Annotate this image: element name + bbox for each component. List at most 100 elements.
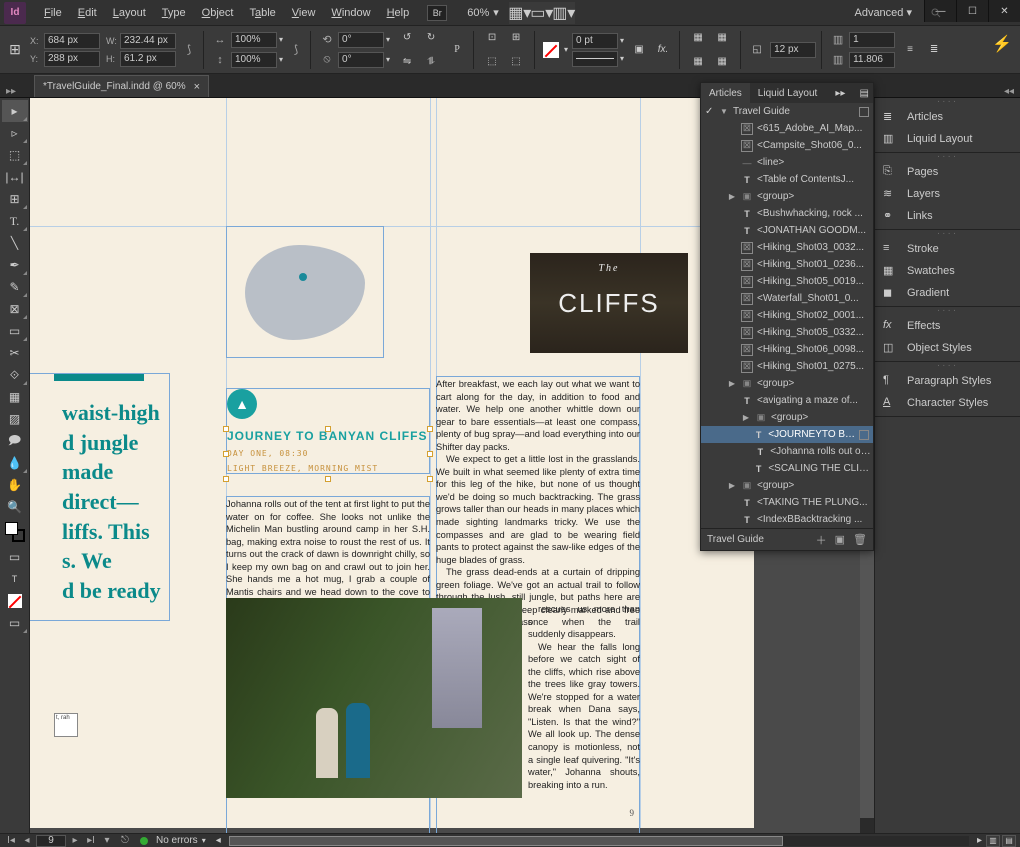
line-tool[interactable]: ╲ [2,232,28,254]
fx-button[interactable]: fx. [652,39,674,61]
balance-button[interactable]: ≡ [899,39,921,61]
new-article-icon[interactable]: ＋ [816,532,827,548]
scissors-tool[interactable]: ✂ [2,342,28,364]
article-item[interactable]: <JONATHAN GOODM... [701,222,873,239]
gradient-feather-tool[interactable]: ▨ [2,408,28,430]
flip-v-button[interactable]: ⥮ [420,51,442,73]
drop-shadow-button[interactable]: ▣ [628,39,650,61]
article-item[interactable]: <Hiking_Shot06_0098... [701,341,873,358]
article-item[interactable]: <SCALING THE CLIFF... [701,460,873,477]
wrap-bound-button[interactable]: ▦ [711,27,733,49]
zoom-tool[interactable]: 🔍 [2,496,28,518]
workspace-dropdown[interactable]: Advanced ▾ [848,6,918,19]
w-input[interactable]: 232.44 px [120,33,176,49]
cols-input[interactable]: 1 [849,32,895,48]
stroke-weight-input[interactable]: 0 pt [572,33,618,49]
next-page-button[interactable]: ▸ [68,835,82,847]
article-item[interactable]: <615_Adobe_AI_Map... [701,120,873,137]
apply-none-button[interactable] [2,590,28,612]
article-item[interactable]: <Johanna rolls out of ... [701,443,873,460]
maximize-button[interactable]: ☐ [956,0,988,22]
first-page-button[interactable]: I◂ [4,835,18,847]
article-export-toggle[interactable] [859,107,869,117]
hand-tool[interactable]: ✋ [2,474,28,496]
rotate-input[interactable]: 0° [338,32,384,48]
pen-tool[interactable]: ✒ [2,254,28,276]
wrap-none-button[interactable]: ▦ [687,27,709,49]
menu-view[interactable]: View [284,7,324,19]
formatting-text-button[interactable]: T [2,568,28,590]
view-mode-button[interactable]: ▭ [2,612,28,634]
corner-input[interactable]: 12 px [770,42,816,58]
gradient-swatch-tool[interactable]: ▦ [2,386,28,408]
article-item[interactable]: <Hiking_Shot05_0332... [701,324,873,341]
stroke-style-input[interactable] [572,51,618,67]
type-tool[interactable]: T. [2,210,28,232]
preflight-label[interactable]: No errors [156,835,198,846]
article-item[interactable]: <Hiking_Shot01_0236... [701,256,873,273]
article-item[interactable]: ▶<group> [701,409,873,426]
article-item[interactable]: <Hiking_Shot01_0275... [701,358,873,375]
fill-swatch[interactable] [540,39,562,61]
waterfall-photo[interactable] [226,598,522,798]
constrain-wh-icon[interactable]: ⟆ [180,41,198,59]
article-item[interactable]: ▶<group> [701,375,873,392]
menu-layout[interactable]: Layout [105,7,154,19]
menu-edit[interactable]: Edit [70,7,105,19]
note-tool[interactable]: 🗩 [2,430,28,452]
article-item[interactable]: <avigating a maze of... [701,392,873,409]
article-item[interactable]: <Table of ContentsJ... [701,171,873,188]
scale-x-input[interactable]: 100% [231,32,277,48]
article-item[interactable]: <Campsite_Shot06_0... [701,137,873,154]
page-input[interactable]: 9 [36,835,66,847]
bridge-button[interactable]: Br [427,5,447,21]
eyedropper-tool[interactable]: 💧 [2,452,28,474]
articles-tab[interactable]: Articles [701,83,750,103]
flip-h-button[interactable]: ⇋ [396,51,418,73]
menu-object[interactable]: Object [194,7,242,19]
menu-help[interactable]: Help [379,7,418,19]
rectangle-tool[interactable]: ▭ [2,320,28,342]
article-item[interactable]: <Hiking_Shot05_0019... [701,273,873,290]
menu-table[interactable]: Table [241,7,283,19]
zoom-dropdown[interactable]: 60%▾ [467,6,499,19]
panel-menu-icon[interactable]: ▤ [856,88,873,99]
close-button[interactable]: ✕ [988,0,1020,22]
map-frame[interactable] [226,226,384,358]
article-item[interactable]: <TAKING THE PLUNG... [701,494,873,511]
horizontal-scrollbar[interactable] [229,836,969,846]
panel-character-styles[interactable]: ACharacter Styles [875,392,1020,414]
screen-mode-button[interactable]: ▭▾ [531,2,553,24]
panel-gradient[interactable]: ◼Gradient [875,282,1020,304]
article-item[interactable]: <JOURNEYTO BA... [701,426,873,443]
panel-articles[interactable]: ≣Articles [875,106,1020,128]
scale-y-input[interactable]: 100% [231,52,277,68]
shear-input[interactable]: 0° [338,52,384,68]
panel-collapse-icon[interactable]: ▸▸ [831,88,849,99]
selection-tool[interactable]: ▸ [2,100,28,122]
tab-close-icon[interactable]: × [194,81,200,93]
p-button[interactable]: P [446,39,468,61]
fill-stroke-swatch[interactable] [2,518,28,546]
arrange-button[interactable]: ▥▾ [553,2,575,24]
article-item[interactable]: <Hiking_Shot02_0001... [701,307,873,324]
select-next-button[interactable]: ⬚ [505,51,527,73]
content-collector-tool[interactable]: ⊞ [2,188,28,210]
rotate-ccw-button[interactable]: ↺ [396,27,418,49]
panel-object-styles[interactable]: ◫Object Styles [875,337,1020,359]
article-root[interactable]: ✓ ▼ Travel Guide [701,103,873,120]
article-item[interactable]: <Hiking_Shot03_0032... [701,239,873,256]
page-tool[interactable]: ⬚ [2,144,28,166]
delete-article-icon[interactable]: 🗑 [853,533,867,546]
prev-page-button[interactable]: ◂ [20,835,34,847]
rotate-cw-button[interactable]: ↻ [420,27,442,49]
select-prev-button[interactable]: ⬚ [481,51,503,73]
menu-type[interactable]: Type [154,7,194,19]
expand-left-icon[interactable]: ▸▸ [6,86,16,97]
article-item[interactable]: ▶<group> [701,188,873,205]
structure-view-button[interactable]: ▤ [1002,835,1016,847]
panel-effects[interactable]: fxEffects [875,315,1020,337]
pencil-tool[interactable]: ✎ [2,276,28,298]
constrain-scale-icon[interactable]: ⟆ [287,41,305,59]
panel-pages[interactable]: ⎘Pages [875,161,1020,183]
